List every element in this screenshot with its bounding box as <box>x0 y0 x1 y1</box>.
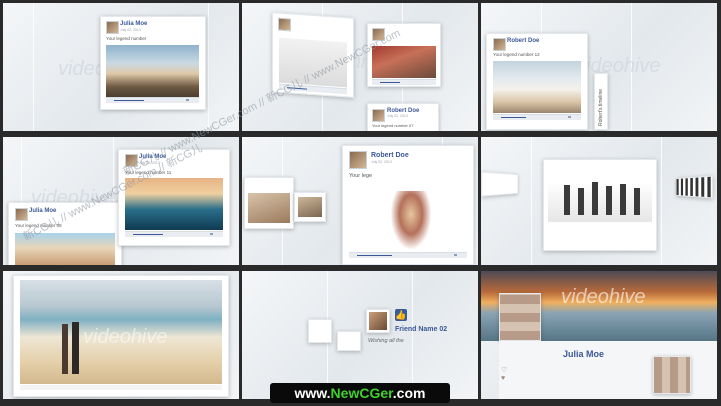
video-controls[interactable] <box>106 97 199 103</box>
video-controls[interactable] <box>349 252 467 258</box>
heart-icon[interactable]: ♥ <box>501 375 505 382</box>
post-date: July 02, 2013 <box>371 160 392 164</box>
profile-name[interactable]: Julia Moe <box>120 21 147 27</box>
avatar <box>349 151 367 169</box>
like-icon[interactable]: ♡ <box>501 366 507 374</box>
frame-2: videohive Robert Doe July 02, 2013 Your … <box>242 3 478 131</box>
banner-suffix: .com <box>392 385 426 401</box>
frame-7: videohive <box>3 271 239 399</box>
post-photo <box>372 46 436 78</box>
videohive-watermark: videohive <box>83 326 168 348</box>
post-legend: Your legend number <box>106 36 147 41</box>
post-card: Robert Doe Your legend number 12 <box>486 33 588 130</box>
post-card-blurred <box>675 175 713 199</box>
post-card-blurred <box>294 192 326 222</box>
timeline-tab-label: Robert's timeline <box>598 88 604 126</box>
thumbnail[interactable] <box>653 356 691 394</box>
like-thumbs-up-icon[interactable]: 👍 <box>395 309 407 321</box>
frame-9: videohive Julia Moe ♡ ♥ <box>481 271 717 399</box>
frame-1: videohive Julia Moe July 02, 2013 Your l… <box>3 3 239 131</box>
post-photo <box>391 191 431 249</box>
site-banner: www.NewCGer.com <box>270 383 450 403</box>
post-photo <box>493 61 581 113</box>
frame-3: videohive Robert Doe Your legend number … <box>481 3 717 131</box>
avatar <box>493 38 506 51</box>
friend-message: Wishing all the <box>368 338 404 344</box>
post-legend: Your legend number 12 <box>493 52 540 57</box>
avatar <box>15 208 28 221</box>
banner-brand: NewCGer <box>330 385 393 401</box>
post-date: July 02, 2013 <box>387 114 408 118</box>
video-controls[interactable] <box>493 114 581 120</box>
post-card-blurred <box>308 319 332 343</box>
frame-8: 👍 Friend Name 02 Wishing all the <box>242 271 478 399</box>
videohive-watermark: videohive <box>561 286 646 308</box>
post-card: Robert Doe July 02, 2013 Your legend num… <box>367 103 439 131</box>
post-legend: Your legend number 07 <box>372 123 414 128</box>
frame-6 <box>481 137 717 265</box>
post-card: Robert Doe July 02, 2013 Your lege <box>342 145 474 265</box>
banner-prefix: www. <box>294 385 331 401</box>
timeline-side-tab[interactable]: Robert's timeline <box>594 73 608 130</box>
frame-4: videohive Julia Moe Your legend number 0… <box>3 137 239 265</box>
post-card-blurred <box>244 177 294 229</box>
profile-name[interactable]: Julia Moe <box>563 349 604 359</box>
friend-name[interactable]: Friend Name 02 <box>395 326 447 333</box>
profile-name[interactable]: Robert Doe <box>371 152 409 159</box>
slideshow-dots[interactable] <box>20 385 222 390</box>
friend-avatar[interactable] <box>366 309 390 333</box>
post-card: Julia Moe July 02, 2013 Your legend numb… <box>100 16 206 110</box>
post-photo <box>106 45 199 97</box>
avatar <box>106 21 119 34</box>
profile-picture[interactable] <box>499 293 541 341</box>
post-card <box>543 159 657 251</box>
videohive-watermark: videohive <box>576 55 661 77</box>
frame-5: Robert Doe July 02, 2013 Your lege <box>242 137 478 265</box>
post-legend: Your lege <box>349 173 373 179</box>
post-card-blurred <box>337 331 361 351</box>
video-controls[interactable] <box>125 231 223 237</box>
post-date: July 02, 2013 <box>120 28 141 32</box>
post-card-blurred <box>481 171 519 197</box>
profile-name[interactable]: Robert Doe <box>507 38 539 44</box>
